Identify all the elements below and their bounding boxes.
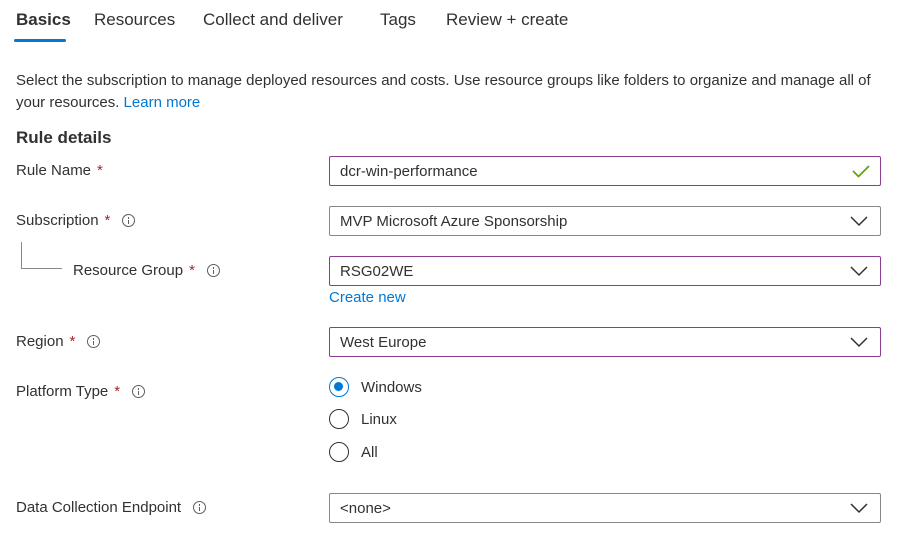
radio-label-windows: Windows	[361, 378, 422, 396]
info-icon[interactable]	[132, 385, 146, 398]
radio-unselected-icon	[329, 409, 349, 429]
tab-review-create[interactable]: Review + create	[446, 10, 568, 30]
resource-group-value: RSG02WE	[340, 262, 414, 280]
required-marker: *	[114, 383, 121, 400]
platform-radio-linux[interactable]: Linux	[329, 409, 397, 429]
chevron-down-icon	[850, 337, 868, 348]
required-marker: *	[97, 162, 103, 179]
radio-label-all: All	[361, 443, 378, 461]
platform-radio-all[interactable]: All	[329, 442, 378, 462]
radio-label-linux: Linux	[361, 410, 397, 428]
info-icon[interactable]	[206, 264, 220, 277]
resource-group-label: Resource Group *	[73, 262, 220, 279]
learn-more-link[interactable]: Learn more	[124, 94, 201, 111]
tab-tags[interactable]: Tags	[380, 10, 416, 30]
chevron-down-icon	[850, 503, 868, 514]
tab-resources[interactable]: Resources	[94, 10, 175, 30]
radio-unselected-icon	[329, 442, 349, 462]
data-collection-endpoint-value: <none>	[340, 499, 391, 517]
chevron-down-icon	[850, 216, 868, 227]
data-collection-endpoint-dropdown[interactable]: <none>	[329, 493, 881, 523]
region-label-text: Region	[16, 333, 64, 350]
subscription-label-text: Subscription	[16, 212, 99, 229]
subscription-label: Subscription *	[16, 212, 136, 229]
create-new-link[interactable]: Create new	[329, 289, 406, 306]
region-value: West Europe	[340, 333, 427, 351]
subscription-dropdown[interactable]: MVP Microsoft Azure Sponsorship	[329, 206, 881, 236]
tab-collect-and-deliver[interactable]: Collect and deliver	[203, 10, 343, 30]
rule-name-label-text: Rule Name	[16, 162, 92, 179]
data-collection-endpoint-label-text: Data Collection Endpoint	[16, 499, 182, 516]
resource-group-label-text: Resource Group	[73, 262, 184, 279]
platform-radio-windows[interactable]: Windows	[329, 377, 422, 397]
rule-name-input[interactable]: dcr-win-performance	[329, 156, 881, 186]
info-icon[interactable]	[122, 214, 136, 227]
subscription-value: MVP Microsoft Azure Sponsorship	[340, 212, 568, 230]
platform-type-label-text: Platform Type	[16, 383, 109, 400]
rule-name-label: Rule Name *	[16, 162, 103, 179]
region-label: Region *	[16, 333, 101, 350]
rule-name-value: dcr-win-performance	[340, 162, 478, 180]
info-icon[interactable]	[87, 335, 101, 348]
data-collection-endpoint-label: Data Collection Endpoint	[16, 499, 207, 516]
required-marker: *	[69, 333, 76, 350]
info-icon[interactable]	[193, 501, 207, 514]
radio-selected-icon	[329, 377, 349, 397]
tab-basics[interactable]: Basics	[16, 10, 71, 30]
region-dropdown[interactable]: West Europe	[329, 327, 881, 357]
required-marker: *	[189, 262, 195, 279]
active-tab-indicator	[14, 39, 66, 42]
required-marker: *	[104, 212, 111, 229]
section-title: Rule details	[16, 128, 112, 147]
platform-type-label: Platform Type *	[16, 383, 146, 400]
chevron-down-icon	[850, 266, 868, 277]
tree-connector	[21, 242, 62, 269]
resource-group-dropdown[interactable]: RSG02WE	[329, 256, 881, 286]
page-description: Select the subscription to manage deploy…	[16, 70, 876, 114]
checkmark-icon	[852, 165, 870, 178]
